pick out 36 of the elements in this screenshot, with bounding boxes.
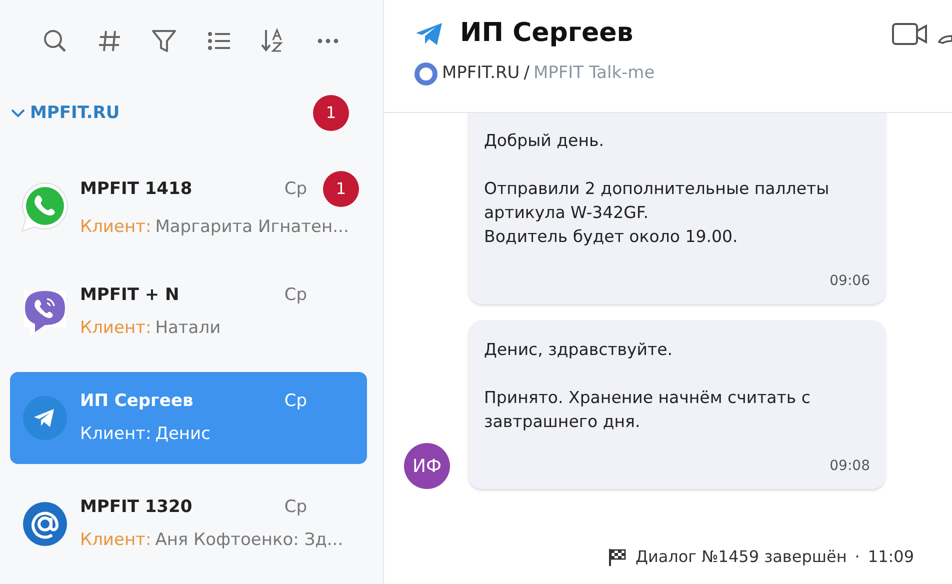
- status-time: 11:09: [868, 546, 914, 568]
- message-time: 09:06: [828, 272, 870, 291]
- chat-name: MPFIT + N: [80, 284, 180, 306]
- avatar: ИФ: [404, 443, 450, 489]
- message-preview: Аня Кофтоенко: Зд...: [155, 529, 344, 552]
- chat-time: Ср: [284, 178, 307, 200]
- unread-badge: 1: [313, 95, 349, 132]
- chat-name: MPFIT 1320: [80, 496, 194, 518]
- chat-time: Ср: [284, 284, 307, 306]
- group-title[interactable]: MPFIT.RU: [30, 100, 120, 126]
- chat-name: ИП Сергеев: [80, 390, 194, 412]
- status-separator: ·: [854, 546, 860, 568]
- sender-label: Клиент:: [80, 216, 152, 240]
- message-text: Добрый день. Отправили 2 дополнительные паллеты артикула W-342GF. Водитель будет около 19.00.: [484, 130, 830, 248]
- message-preview: Натали: [155, 317, 221, 340]
- message-preview: Маргарита Игнатен...: [155, 216, 349, 240]
- chat-name: MPFIT 1418: [80, 178, 194, 200]
- message-time: 09:08: [828, 457, 870, 476]
- breadcrumb-separator: /: [524, 62, 530, 85]
- sender-label: Клиент:: [80, 423, 152, 446]
- sender-label: Клиент:: [80, 317, 152, 340]
- message-text: Денис, здравствуйте. Принято. Хранение начнём считать с завтрашнего дня.: [484, 339, 812, 433]
- chat-time: Ср: [284, 496, 307, 518]
- source-name[interactable]: MPFIT.RU: [442, 61, 520, 86]
- chat-title: ИП Сергеев: [460, 17, 634, 50]
- flag-icon: [607, 547, 628, 567]
- sender-label: Клиент:: [80, 529, 152, 552]
- message-preview: Денис: [155, 423, 210, 446]
- chat-item[interactable]: MPFIT 1418 Ср 1 Клиент: Маргарита Игнатен...: [10, 160, 367, 252]
- video-icon: [892, 20, 928, 46]
- unread-badge: 1: [323, 171, 359, 208]
- status-text: Диалог №1459 завершён: [635, 546, 847, 568]
- chat-item[interactable]: MPFIT 1320 Ср Клиент: Аня Кофтоенко: Зд...: [10, 478, 367, 570]
- ring-icon: [414, 62, 438, 86]
- chat-item[interactable]: MPFIT + N Ср Клиент: Натали: [10, 266, 367, 358]
- chat-time: Ср: [284, 390, 307, 412]
